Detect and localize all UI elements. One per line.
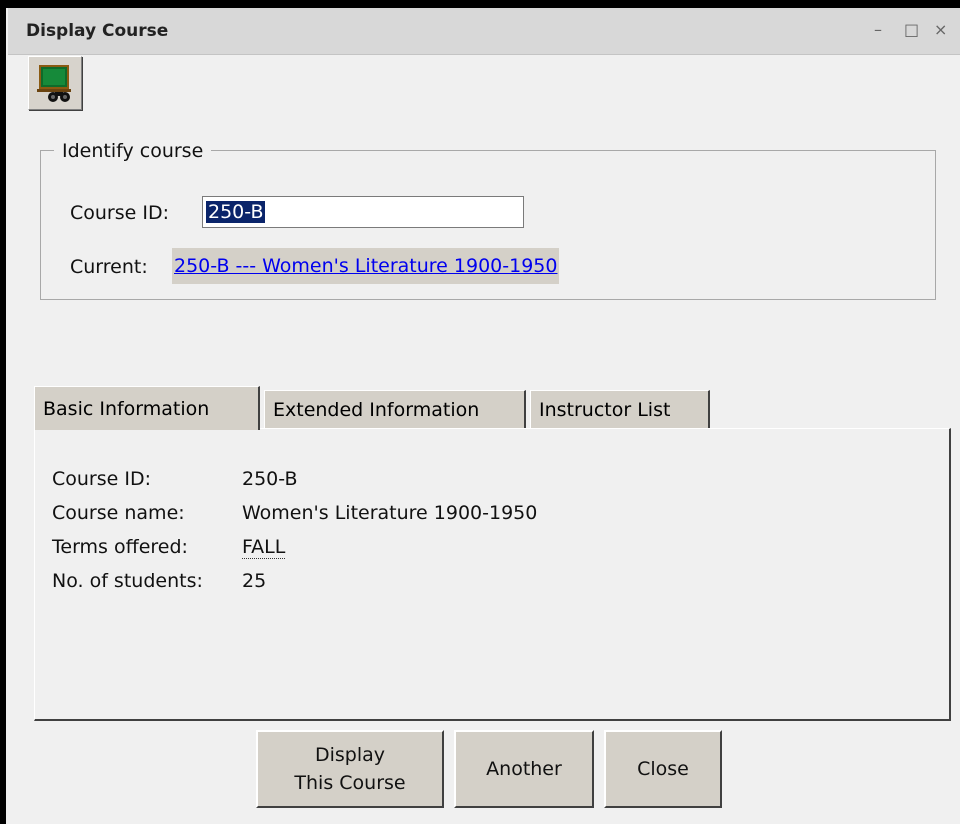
info-course-id-label: Course ID: [52, 468, 152, 490]
close-button[interactable]: Close [604, 730, 722, 808]
identify-course-legend: Identify course [54, 140, 212, 162]
current-label: Current: [70, 256, 148, 278]
title-bar[interactable]: Display Course – □ × [8, 8, 960, 55]
display-course-window: Display Course – □ × Identify course Cou… [0, 0, 960, 824]
info-terms[interactable]: FALL [242, 536, 286, 559]
display-button-line1: Display [314, 744, 386, 766]
close-window-icon[interactable]: × [934, 20, 947, 39]
display-button-line2: This Course [294, 772, 406, 794]
window-left-border [0, 0, 6, 824]
window-top-border [0, 0, 960, 8]
another-button[interactable]: Another [454, 730, 594, 808]
info-course-name: Women's Literature 1900-1950 [242, 502, 538, 524]
tab-basic-information[interactable]: Basic Information [34, 386, 260, 430]
course-id-label: Course ID: [70, 202, 170, 224]
display-course-toolbar-button[interactable] [28, 56, 82, 110]
info-terms-label: Terms offered: [52, 536, 188, 558]
window-title: Display Course [26, 21, 169, 41]
info-students: 25 [242, 570, 267, 592]
course-id-input[interactable]: 250-B [202, 196, 524, 228]
minimize-icon[interactable]: – [874, 20, 882, 39]
display-this-course-button[interactable]: Display This Course [256, 730, 444, 808]
current-course-link[interactable]: 250-B --- Women's Literature 1900-1950 [172, 248, 560, 284]
info-course-name-label: Course name: [52, 502, 185, 524]
info-students-label: No. of students: [52, 570, 203, 592]
tab-extended-information[interactable]: Extended Information [264, 390, 526, 428]
maximize-icon[interactable]: □ [904, 20, 919, 39]
info-course-id: 250-B [242, 468, 298, 490]
tab-instructor-list[interactable]: Instructor List [530, 390, 710, 428]
course-id-value: 250-B [206, 201, 266, 223]
blackboard-binoculars-icon [37, 65, 71, 102]
